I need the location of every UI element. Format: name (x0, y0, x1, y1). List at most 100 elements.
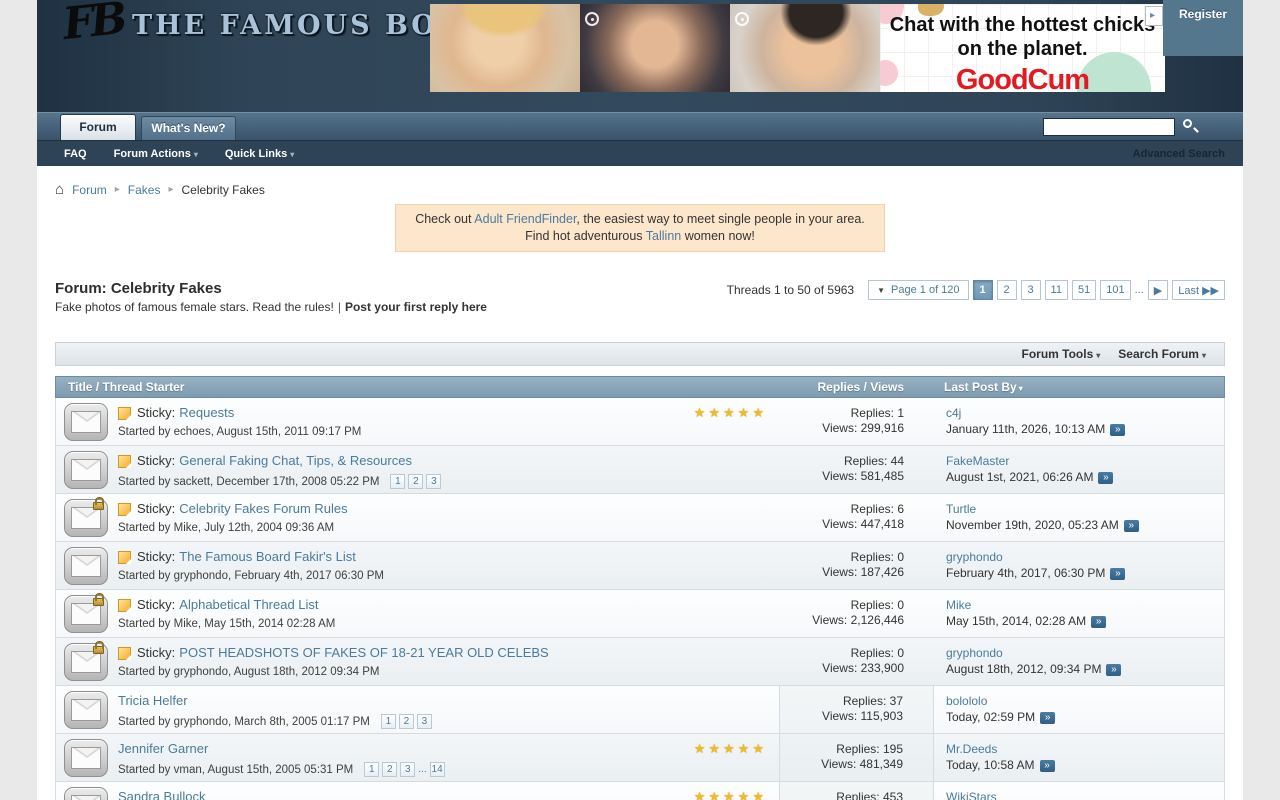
search-forum-menu[interactable]: Search Forum▾ (1118, 347, 1206, 361)
last-post-user[interactable]: FakeMaster (946, 454, 1009, 469)
thread-title-link[interactable]: Tricia Helfer (118, 693, 188, 709)
home-icon[interactable]: ⌂ (55, 181, 64, 198)
last-post-user[interactable]: Mike (946, 598, 971, 613)
mini-page-link[interactable]: 3 (400, 762, 415, 777)
mini-page-link[interactable]: 3 (417, 714, 432, 729)
envelope-icon (64, 643, 108, 681)
page-selector-button[interactable]: ▼Page 1 of 120 (868, 280, 968, 300)
mini-page-link[interactable]: 14 (430, 762, 445, 777)
main-tab-bar: Forum What's New? (37, 112, 1243, 140)
goto-last-post-icon[interactable]: » (1098, 472, 1113, 484)
last-post-date: February 4th, 2017, 06:30 PM (946, 566, 1105, 581)
last-post-user[interactable]: Mr.Deeds (946, 742, 997, 757)
thread-title-link[interactable]: Sandra Bullock (118, 789, 205, 800)
page-number-button[interactable]: 51 (1072, 280, 1096, 300)
ad-brand[interactable]: GoodCum (880, 64, 1165, 92)
last-post-date: Today, 02:59 PM (946, 710, 1035, 725)
thread-prefix: Sticky: (137, 405, 175, 421)
tallinn-link[interactable]: Tallinn (646, 229, 681, 243)
first-reply-link[interactable]: Post your first reply here (345, 300, 487, 314)
col-last-post-by[interactable]: Last Post By▾ (934, 380, 1224, 394)
thread-title-link[interactable]: General Faking Chat, Tips, & Resources (179, 453, 412, 469)
mini-page-link[interactable]: 1 (381, 714, 396, 729)
goto-last-post-icon[interactable]: » (1091, 616, 1106, 628)
thread-status-cell (56, 638, 116, 685)
thread-views: Views: 2,126,446 (779, 613, 904, 628)
tab-whats-new[interactable]: What's New? (141, 116, 236, 140)
register-button[interactable]: Register (1163, 7, 1243, 21)
page-number-button[interactable]: 2 (997, 280, 1017, 300)
thread-title-link[interactable]: POST HEADSHOTS OF FAKES OF 18-21 YEAR OL… (179, 645, 548, 661)
table-row: Sticky: Celebrity Fakes Forum Rules Star… (56, 494, 1224, 542)
breadcrumb-separator-icon: ▸ (168, 184, 173, 195)
thread-views: Views: 187,426 (779, 565, 904, 580)
advanced-search-link[interactable]: Advanced Search (1133, 148, 1225, 160)
nav-quick-links[interactable]: Quick Links▾ (225, 148, 294, 160)
search-input[interactable] (1043, 118, 1175, 136)
thread-prefix: Sticky: (137, 549, 175, 565)
thread-status-cell (56, 494, 116, 541)
col-title-thread-starter[interactable]: Title / Thread Starter (56, 380, 779, 394)
goto-last-post-icon[interactable]: » (1040, 712, 1055, 724)
mini-page-link[interactable]: 3 (426, 474, 441, 489)
goto-last-post-icon[interactable]: » (1040, 760, 1055, 772)
thread-title-link[interactable]: Alphabetical Thread List (179, 597, 318, 613)
last-post-user[interactable]: gryphondo (946, 550, 1003, 565)
thread-title-link[interactable]: Jennifer Garner (118, 741, 208, 757)
breadcrumb-forum[interactable]: Forum (72, 183, 107, 197)
ad-text-panel[interactable]: Chat with the hottest chicks on the plan… (880, 4, 1165, 92)
thread-views: Views: 299,916 (779, 421, 904, 436)
tab-forum[interactable]: Forum (60, 114, 136, 140)
thread-main-cell: Sticky: Requests Started by echoes, Augu… (116, 398, 779, 445)
last-post-user[interactable]: gryphondo (946, 646, 1003, 661)
mini-page-link[interactable]: 2 (408, 474, 423, 489)
goto-last-post-icon[interactable]: » (1106, 664, 1121, 676)
goto-last-post-icon[interactable]: » (1124, 520, 1139, 532)
ad-banner[interactable]: Chat with the hottest chicks on the plan… (430, 4, 1165, 92)
col-replies-views[interactable]: Replies / Views (779, 380, 934, 394)
lock-icon (93, 646, 104, 654)
thread-status-cell (56, 398, 116, 445)
nav-faq[interactable]: FAQ (64, 148, 87, 160)
mini-page-link[interactable]: 1 (390, 474, 405, 489)
last-page-button[interactable]: Last ▶▶ (1172, 280, 1225, 300)
breadcrumb-fakes[interactable]: Fakes (128, 183, 161, 197)
forum-toolbar: Forum Tools▾ Search Forum▾ (55, 342, 1225, 366)
last-post-user[interactable]: bolololo (946, 694, 987, 709)
last-post-user[interactable]: WikiStars (946, 790, 997, 800)
thread-title-link[interactable]: Requests (179, 405, 234, 421)
adult-friendfinder-link[interactable]: Adult FriendFinder (474, 212, 576, 226)
goto-last-post-icon[interactable]: » (1110, 424, 1125, 436)
ad-photo-1[interactable] (430, 4, 580, 92)
pagination: Threads 1 to 50 of 5963 ▼Page 1 of 120 1… (727, 280, 1225, 300)
breadcrumb-separator-icon: ▸ (115, 184, 120, 195)
nav-forum-actions[interactable]: Forum Actions▾ (114, 148, 198, 160)
thread-rows: Sticky: Requests Started by echoes, Augu… (55, 398, 1225, 800)
ad-photo-2[interactable] (580, 4, 730, 92)
thread-title-link[interactable]: The Famous Board Fakir's List (179, 549, 356, 565)
breadcrumb-current: Celebrity Fakes (181, 183, 264, 197)
ad-choices-icon[interactable] (1145, 6, 1163, 26)
mini-page-link[interactable]: 1 (364, 762, 379, 777)
ad-photo-3[interactable] (730, 4, 880, 92)
page-number-button[interactable]: 101 (1100, 280, 1130, 300)
thread-status-cell (56, 686, 116, 733)
mini-page-link[interactable]: 2 (399, 714, 414, 729)
next-page-button[interactable]: ▶ (1148, 280, 1168, 300)
page-number-button[interactable]: 3 (1021, 280, 1041, 300)
search-button[interactable] (1175, 117, 1203, 137)
table-row: Sticky: The Famous Board Fakir's List St… (56, 542, 1224, 590)
page-number-buttons: 1231151101 (969, 280, 1131, 300)
thread-title-link[interactable]: Celebrity Fakes Forum Rules (179, 501, 347, 517)
replies-views-cell: Replies: 37 Views: 115,903 (779, 686, 934, 733)
page-number-button[interactable]: 11 (1045, 280, 1068, 300)
thread-main-cell: Sticky: Celebrity Fakes Forum Rules Star… (116, 494, 779, 541)
last-post-user[interactable]: Turtle (946, 502, 976, 517)
forum-tools-menu[interactable]: Forum Tools▾ (1021, 347, 1100, 361)
envelope-icon (64, 403, 108, 441)
last-post-user[interactable]: c4j (946, 406, 961, 421)
goto-last-post-icon[interactable]: » (1110, 568, 1125, 580)
mini-page-link[interactable]: 2 (382, 762, 397, 777)
page-number-button[interactable]: 1 (973, 280, 993, 300)
lock-icon (93, 598, 104, 606)
